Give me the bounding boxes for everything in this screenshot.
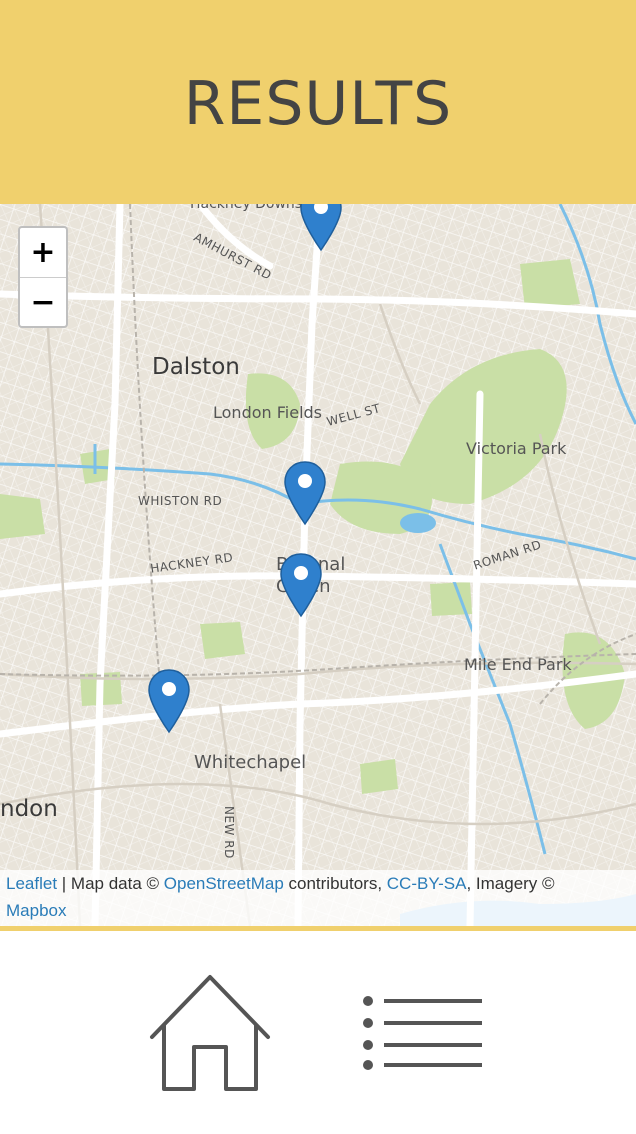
osm-link[interactable]: OpenStreetMap — [164, 874, 284, 893]
list-icon[interactable] — [360, 993, 486, 1075]
marker-hackney-downs[interactable] — [299, 204, 343, 252]
leaflet-link[interactable]: Leaflet — [6, 874, 57, 893]
place-label-dalston: Dalston — [152, 354, 240, 380]
road-label-whiston: WHISTON RD — [138, 494, 223, 508]
attribution-imagery: , Imagery © — [466, 874, 555, 893]
place-label-whitechapel: Whitechapel — [194, 752, 307, 773]
mapbox-link[interactable]: Mapbox — [6, 901, 66, 920]
zoom-out-button[interactable]: − — [20, 278, 66, 327]
map-view[interactable]: Dalston London Fields Victoria Park Beth… — [0, 204, 636, 926]
marker-london-fields[interactable] — [283, 460, 327, 526]
header-bar: RESULTS — [0, 0, 636, 204]
home-icon[interactable] — [148, 973, 272, 1095]
attribution-sep: | Map data © — [57, 874, 164, 893]
bottom-nav — [0, 931, 636, 1134]
zoom-in-button[interactable]: + — [20, 228, 66, 278]
marker-bethnal-green[interactable] — [279, 552, 323, 618]
place-label-london-fields: London Fields — [213, 403, 322, 422]
license-link[interactable]: CC-BY-SA — [387, 874, 467, 893]
place-label-victoria-park: Victoria Park — [466, 439, 567, 458]
zoom-control: + − — [18, 226, 68, 328]
attribution-contrib: contributors, — [283, 874, 387, 893]
place-label-hackney-downs: Hackney Downs — [190, 204, 303, 212]
place-label-london: ndon — [0, 796, 58, 822]
place-label-mile-end-park: Mile End Park — [464, 655, 572, 674]
map-attribution: Leaflet | Map data © OpenStreetMap contr… — [0, 870, 636, 926]
page-title: RESULTS — [183, 69, 453, 139]
marker-whitechapel[interactable] — [147, 668, 191, 734]
road-label-new-rd: NEW RD — [222, 806, 236, 859]
